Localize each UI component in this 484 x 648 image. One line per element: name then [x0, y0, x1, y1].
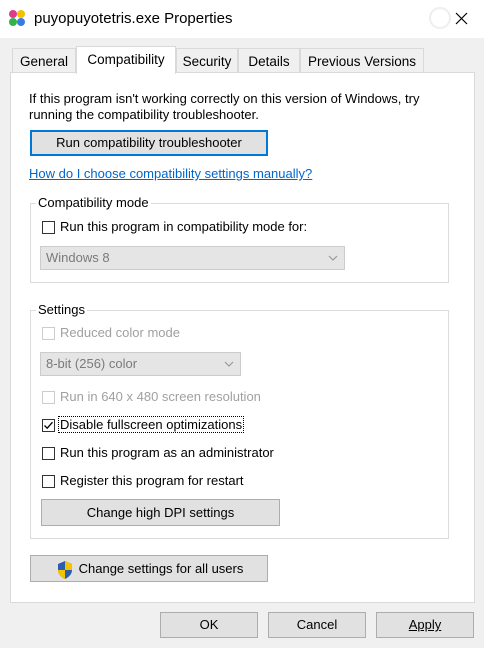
- register-restart-checkbox[interactable]: [42, 475, 55, 488]
- close-button[interactable]: [444, 4, 480, 32]
- tab-general[interactable]: General: [12, 48, 76, 72]
- compat-mode-checkbox-label[interactable]: Run this program in compatibility mode f…: [60, 219, 307, 234]
- compat-mode-checkbox[interactable]: [42, 221, 55, 234]
- run-as-admin-checkbox[interactable]: [42, 447, 55, 460]
- manual-settings-link[interactable]: How do I choose compatibility settings m…: [29, 166, 312, 181]
- color-depth-value: 8-bit (256) color: [46, 356, 138, 371]
- settings-label: Settings: [36, 302, 87, 317]
- os-version-select: Windows 8: [40, 246, 345, 270]
- res640-checkbox: [42, 391, 55, 404]
- app-icon: [8, 9, 26, 27]
- register-restart-label[interactable]: Register this program for restart: [60, 473, 244, 488]
- tab-compatibility[interactable]: Compatibility: [76, 46, 176, 74]
- run-as-admin-label[interactable]: Run this program as an administrator: [60, 445, 274, 460]
- color-depth-select: 8-bit (256) color: [40, 352, 241, 376]
- cancel-button[interactable]: Cancel: [268, 612, 366, 638]
- window-title: puyopuyotetris.exe Properties: [34, 10, 233, 27]
- intro-text-line2: running the compatibility troubleshooter…: [29, 107, 259, 122]
- change-dpi-button[interactable]: Change high DPI settings: [41, 499, 280, 526]
- checkmark-icon: [44, 421, 53, 430]
- tab-previous-versions[interactable]: Previous Versions: [300, 48, 424, 72]
- apply-button-label: Apply: [408, 617, 442, 632]
- res640-label: Run in 640 x 480 screen resolution: [60, 389, 261, 404]
- fullscreen-opt-label[interactable]: Disable fullscreen optimizations: [58, 416, 245, 433]
- chevron-down-icon: [224, 361, 234, 367]
- fullscreen-opt-checkbox[interactable]: [42, 419, 55, 432]
- reduced-color-label: Reduced color mode: [60, 325, 180, 340]
- close-icon: [455, 12, 468, 25]
- chevron-down-icon: [328, 255, 338, 261]
- uac-shield-icon: [56, 560, 74, 580]
- tab-details[interactable]: Details: [238, 48, 300, 72]
- ok-button[interactable]: OK: [160, 612, 258, 638]
- run-troubleshooter-button[interactable]: Run compatibility troubleshooter: [30, 130, 268, 156]
- tab-security[interactable]: Security: [176, 48, 238, 72]
- intro-text-line1: If this program isn't working correctly …: [29, 91, 420, 106]
- os-version-value: Windows 8: [46, 250, 110, 265]
- reduced-color-checkbox: [42, 327, 55, 340]
- apply-button[interactable]: Apply: [376, 612, 474, 638]
- compatibility-mode-label: Compatibility mode: [36, 195, 151, 210]
- compatibility-mode-group: [30, 203, 449, 283]
